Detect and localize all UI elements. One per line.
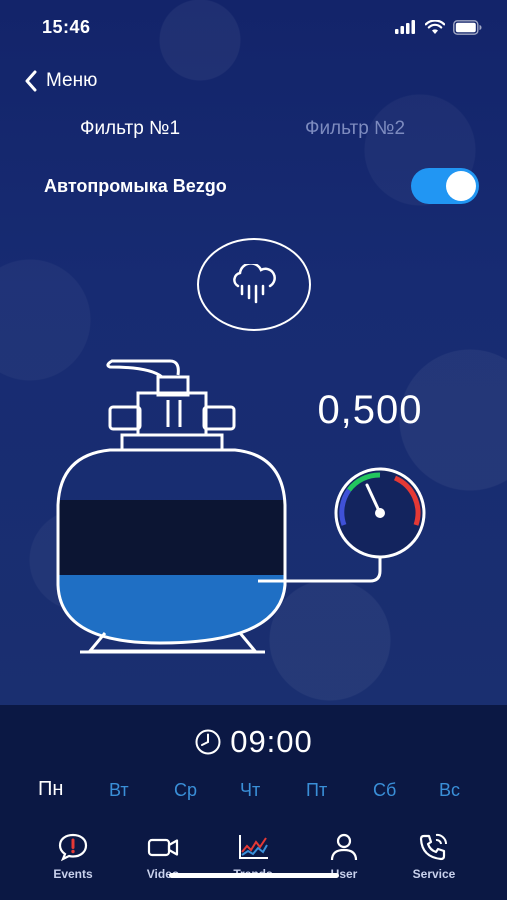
day-sat[interactable]: Сб (373, 780, 396, 801)
backwash-button[interactable] (197, 238, 311, 331)
status-icons (395, 19, 483, 35)
auto-wash-label: Автопромыка Bezgo (44, 175, 227, 196)
tab-events[interactable]: Events (33, 832, 113, 888)
rain-cloud-icon (233, 263, 276, 303)
tab-events-label: Events (53, 867, 93, 881)
day-tue[interactable]: Вт (109, 780, 129, 801)
tab-user[interactable]: User (304, 832, 384, 888)
alert-bubble-icon (58, 833, 88, 862)
schedule-time: 09:00 (230, 724, 313, 759)
tab-filter-1[interactable]: Фильтр №1 (80, 118, 180, 140)
trend-chart-icon (239, 835, 268, 859)
auto-wash-toggle[interactable] (411, 168, 479, 204)
back-button[interactable]: Меню (24, 66, 97, 96)
status-time: 15:46 (42, 16, 91, 37)
tab-filter-2[interactable]: Фильтр №2 (305, 118, 405, 140)
back-label: Меню (46, 70, 98, 91)
signal-icon (395, 20, 415, 34)
toggle-knob (446, 171, 476, 201)
phone-service-icon (419, 833, 448, 861)
day-fri[interactable]: Пт (306, 780, 327, 801)
status-bar: 15:46 (0, 0, 507, 54)
battery-icon (453, 19, 482, 35)
pressure-gauge (334, 467, 426, 559)
tab-trends[interactable]: Trends (213, 832, 293, 888)
tab-video[interactable]: Video (123, 832, 203, 888)
wifi-icon (425, 19, 445, 34)
clock-icon (195, 729, 221, 755)
tank-neck (120, 433, 224, 452)
multiport-valve (106, 359, 236, 437)
user-icon (330, 833, 358, 861)
tab-service-label: Service (412, 867, 456, 881)
tab-bar: Events Video Trends User Service (0, 832, 507, 892)
day-wed[interactable]: Ср (174, 780, 197, 801)
chevron-left-icon (25, 70, 37, 92)
weekday-selector: Пн Вт Ср Чт Пт Сб Вс (0, 776, 507, 806)
video-camera-icon (147, 838, 179, 857)
day-thu[interactable]: Чт (240, 780, 260, 801)
day-mon[interactable]: Пн (38, 778, 63, 801)
filter-tank-illustration (56, 359, 426, 654)
tab-service[interactable]: Service (394, 832, 474, 888)
day-sun[interactable]: Вс (439, 780, 460, 801)
schedule-time-row[interactable]: 09:00 (0, 722, 507, 762)
home-indicator (169, 873, 339, 878)
filter-tabs: Фильтр №1 Фильтр №2 (0, 112, 507, 148)
auto-wash-row: Автопромыка Bezgo (44, 168, 479, 204)
